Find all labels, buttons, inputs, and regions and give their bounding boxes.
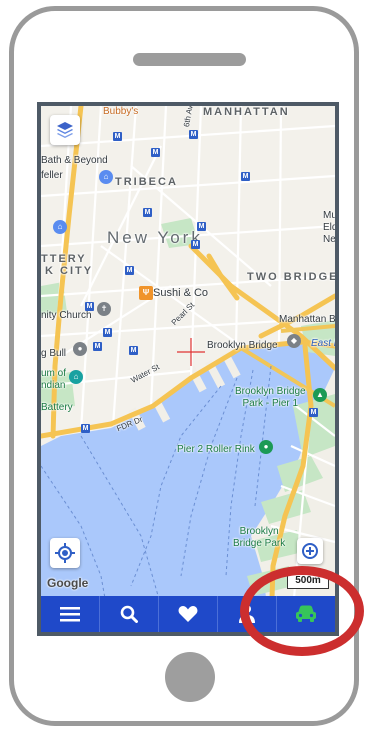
poi-label-bb-park: Brooklyn Bridge Park bbox=[233, 526, 286, 549]
menu-button[interactable] bbox=[41, 596, 100, 632]
area-label-new-york: New York bbox=[107, 228, 203, 247]
metro-station-icon[interactable]: M bbox=[81, 424, 90, 433]
menu-icon bbox=[60, 607, 80, 622]
annotation-highlight-circle bbox=[240, 566, 364, 656]
poi-label-pier2-roller-rink: Pier 2 Roller Rink bbox=[177, 444, 255, 455]
zoom-button[interactable] bbox=[297, 538, 323, 564]
park-pin-icon[interactable]: ▲ bbox=[313, 388, 327, 402]
poi-label-indian: ndian bbox=[41, 380, 66, 391]
metro-station-icon[interactable]: M bbox=[191, 240, 200, 249]
search-button[interactable] bbox=[100, 596, 159, 632]
search-icon bbox=[120, 605, 138, 623]
landmark-pin-icon[interactable]: ● bbox=[73, 342, 87, 356]
poi-label-eld: Eld bbox=[323, 222, 338, 233]
metro-station-icon[interactable]: M bbox=[113, 132, 122, 141]
favorites-button[interactable] bbox=[159, 596, 218, 632]
water-label-east-river: East R bbox=[311, 338, 339, 349]
zoom-plus-icon bbox=[302, 543, 318, 559]
metro-station-icon[interactable]: M bbox=[143, 208, 152, 217]
metro-station-icon[interactable]: M bbox=[93, 342, 102, 351]
app-screen: New York Bubby's MANHATTAN Bath & Beyond… bbox=[37, 102, 339, 636]
metro-station-icon[interactable]: M bbox=[103, 328, 112, 337]
area-label-manhattan: MANHATTAN bbox=[203, 106, 290, 118]
poi-label-bath-beyond: Bath & Beyond bbox=[41, 155, 108, 166]
poi-label-bb-park-pier1: Brooklyn Bridge Park - Pier 1 bbox=[235, 386, 306, 409]
shopping-pin-icon[interactable]: ⌂ bbox=[53, 220, 67, 234]
area-label-two-bridges: TWO BRIDGES bbox=[247, 271, 339, 283]
metro-station-icon[interactable]: M bbox=[189, 130, 198, 139]
phone-home-button[interactable] bbox=[165, 652, 215, 702]
metro-station-icon[interactable]: M bbox=[125, 266, 134, 275]
locate-me-button[interactable] bbox=[50, 538, 80, 568]
park-pin-icon[interactable]: ● bbox=[259, 440, 273, 454]
area-label-k-city: K CITY bbox=[45, 265, 94, 277]
area-label-ttery: TTERY bbox=[41, 253, 87, 265]
poi-label-ne: Ne bbox=[323, 234, 336, 245]
layers-icon bbox=[57, 122, 73, 138]
poi-label-manhattan-bridge: Manhattan B bbox=[279, 314, 336, 325]
map-canvas[interactable] bbox=[41, 106, 335, 632]
google-logo: Google bbox=[47, 576, 89, 590]
poi-label-trinity-church: nity Church bbox=[41, 310, 92, 321]
poi-label-mu: Mu bbox=[323, 210, 337, 221]
poi-label-bubbys: Bubby's bbox=[103, 106, 139, 117]
restaurant-pin-icon[interactable]: Ψ bbox=[139, 286, 153, 300]
poi-label-sushi: Sushi & Co bbox=[153, 287, 209, 299]
poi-label-brooklyn-bridge: Brooklyn Bridge bbox=[207, 340, 278, 351]
church-pin-icon[interactable]: ✝ bbox=[97, 302, 111, 316]
poi-label-bull: g Bull bbox=[41, 348, 67, 359]
metro-station-icon[interactable]: M bbox=[197, 222, 206, 231]
crosshair-target-icon bbox=[55, 543, 75, 563]
area-label-tribeca: TRIBECA bbox=[115, 176, 178, 188]
shopping-pin-icon[interactable]: ⌂ bbox=[99, 170, 113, 184]
metro-station-icon[interactable]: M bbox=[129, 346, 138, 355]
phone-speaker bbox=[133, 53, 246, 66]
poi-label-museum-of: um of bbox=[41, 368, 67, 379]
metro-station-icon[interactable]: M bbox=[309, 408, 318, 417]
heart-icon bbox=[178, 606, 198, 622]
layers-button[interactable] bbox=[50, 115, 80, 145]
poi-label-battery: Battery bbox=[41, 402, 73, 413]
poi-label-feller: feller bbox=[41, 170, 63, 181]
museum-pin-icon[interactable]: ⌂ bbox=[69, 370, 83, 384]
bridge-pin-icon[interactable]: ◆ bbox=[287, 334, 301, 348]
metro-station-icon[interactable]: M bbox=[151, 148, 160, 157]
metro-station-icon[interactable]: M bbox=[85, 302, 94, 311]
metro-station-icon[interactable]: M bbox=[241, 172, 250, 181]
